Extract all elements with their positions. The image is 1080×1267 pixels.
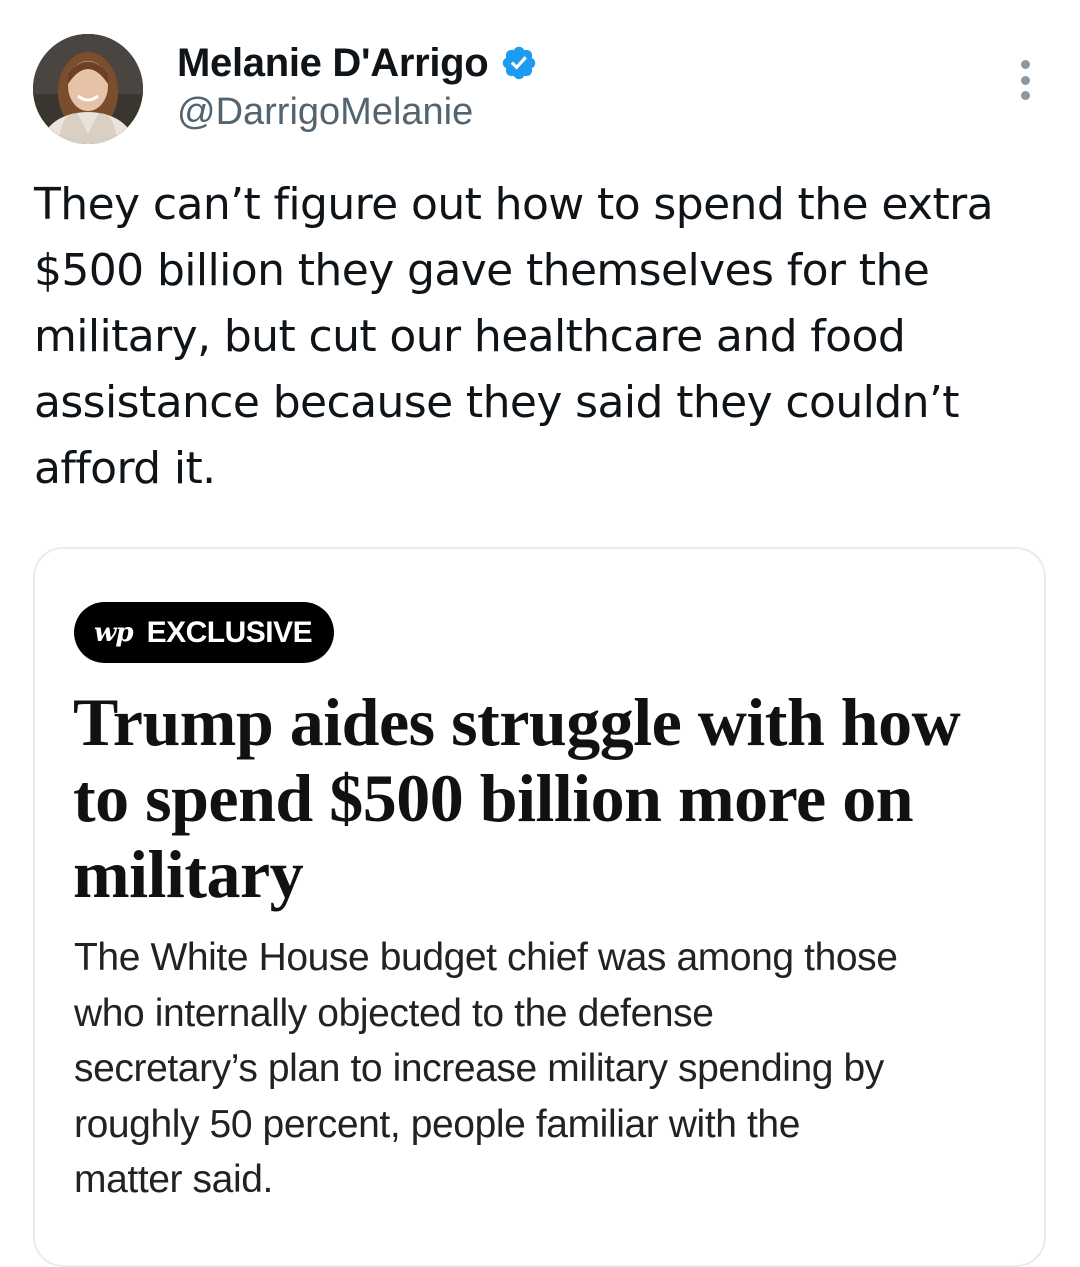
more-dot-icon <box>1020 91 1030 100</box>
author-name-row: Melanie D'Arrigo <box>177 38 538 88</box>
author-display-name[interactable]: Melanie D'Arrigo <box>177 38 489 88</box>
tweet-text: They can’t figure out how to spend the e… <box>34 179 994 494</box>
profile-photo-icon <box>33 34 143 144</box>
tweet: Melanie D'Arrigo @DarrigoMelanie They ca… <box>0 0 1080 1267</box>
washington-post-logo: wp <box>94 617 134 648</box>
exclusive-label: EXCLUSIVE <box>146 615 313 649</box>
article-headline[interactable]: Trump aides struggle with how to spend $… <box>73 684 1023 912</box>
more-options-button[interactable] <box>1008 58 1042 102</box>
author-handle[interactable]: @DarrigoMelanie <box>177 88 473 136</box>
verified-badge-icon[interactable] <box>500 44 538 82</box>
exclusive-badge: wp EXCLUSIVE <box>74 602 335 663</box>
article-summary: The White House budget chief was among t… <box>74 936 898 1201</box>
more-dot-icon <box>1020 60 1030 69</box>
author-avatar[interactable] <box>33 34 143 144</box>
more-dot-icon <box>1020 75 1030 85</box>
